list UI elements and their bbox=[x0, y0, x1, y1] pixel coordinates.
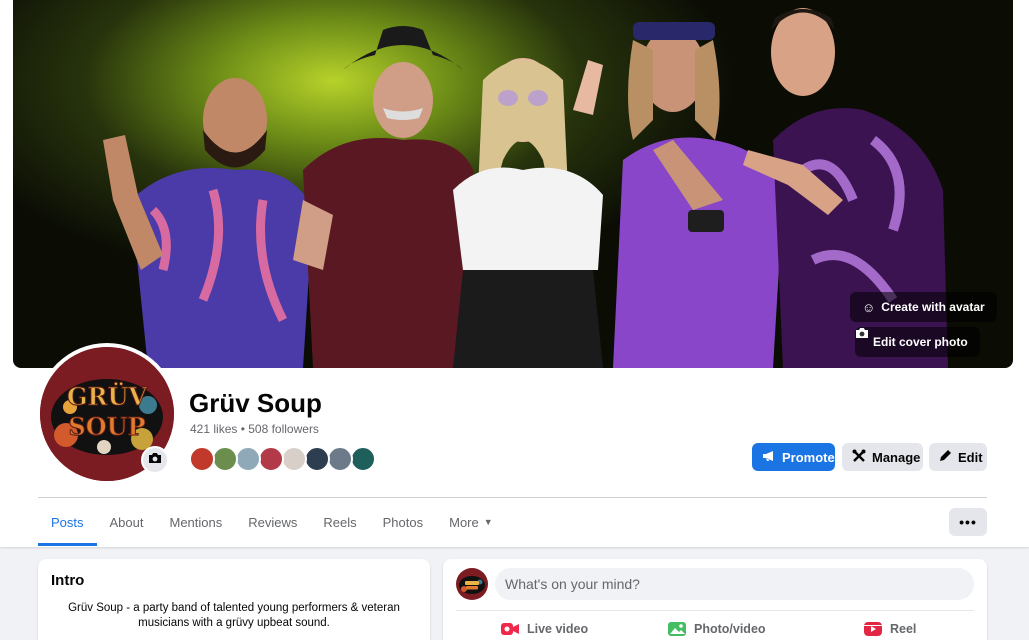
follower-avatar[interactable] bbox=[235, 446, 261, 472]
more-options-button[interactable]: ••• bbox=[949, 508, 987, 536]
tab-label: Mentions bbox=[169, 514, 223, 530]
follower-avatar[interactable] bbox=[281, 446, 307, 472]
promote-button[interactable]: Promote bbox=[752, 443, 835, 471]
megaphone-icon bbox=[762, 450, 776, 465]
tab-label: About bbox=[109, 514, 144, 530]
reel-button[interactable]: Reel bbox=[863, 621, 916, 637]
manage-label: Manage bbox=[872, 449, 921, 465]
follower-avatar[interactable] bbox=[304, 446, 330, 472]
page-stats[interactable]: 421 likes • 508 followers bbox=[190, 422, 319, 436]
whats-on-your-mind-input[interactable]: What's on your mind? bbox=[495, 568, 974, 600]
tab-reviews[interactable]: Reviews bbox=[235, 498, 310, 546]
caret-down-icon: ▼ bbox=[483, 517, 493, 527]
profile-header: ☺ Create with avatar Edit cover photo GR… bbox=[0, 0, 1029, 547]
promote-label: Promote bbox=[782, 449, 835, 465]
photo-icon bbox=[667, 621, 687, 637]
manage-button[interactable]: Manage bbox=[842, 443, 923, 471]
create-with-avatar-label: Create with avatar bbox=[881, 300, 985, 314]
follower-avatar[interactable] bbox=[212, 446, 238, 472]
tab-reels[interactable]: Reels bbox=[310, 498, 369, 546]
intro-title: Intro bbox=[51, 572, 85, 589]
live-video-label: Live video bbox=[527, 622, 589, 636]
edit-cover-photo-button[interactable]: Edit cover photo bbox=[855, 327, 980, 357]
tab-label: Posts bbox=[51, 514, 84, 530]
tab-about[interactable]: About bbox=[97, 498, 157, 546]
tab-label: More bbox=[449, 514, 479, 530]
edit-cover-photo-label: Edit cover photo bbox=[873, 335, 968, 349]
intro-card: Intro Grüv Soup - a party band of talent… bbox=[38, 559, 430, 640]
camera-icon bbox=[148, 451, 162, 469]
tab-label: Photos bbox=[382, 514, 424, 530]
page-tabs: Posts About Mentions Reviews Reels Photo… bbox=[38, 498, 506, 546]
logo-text-bottom: SOUP bbox=[68, 412, 145, 441]
live-video-icon bbox=[500, 621, 520, 637]
follower-avatar[interactable] bbox=[258, 446, 284, 472]
intro-bio: Grüv Soup - a party band of talented you… bbox=[68, 602, 400, 629]
tab-more[interactable]: More ▼ bbox=[436, 498, 506, 546]
create-with-avatar-button[interactable]: ☺ Create with avatar bbox=[850, 292, 997, 322]
logo-text-top: GRÜV bbox=[67, 382, 147, 411]
update-profile-picture-button[interactable] bbox=[141, 446, 169, 474]
reel-icon bbox=[863, 621, 883, 637]
tab-photos[interactable]: Photos bbox=[370, 498, 436, 546]
tab-label: Reviews bbox=[248, 514, 298, 530]
avatar[interactable] bbox=[456, 568, 488, 600]
pencil-icon bbox=[939, 449, 952, 465]
photo-video-label: Photo/video bbox=[694, 622, 766, 636]
manage-icon bbox=[852, 449, 866, 466]
follower-avatar[interactable] bbox=[350, 446, 376, 472]
tab-mentions[interactable]: Mentions bbox=[157, 498, 236, 546]
live-video-button[interactable]: Live video bbox=[500, 621, 588, 637]
reel-label: Reel bbox=[890, 622, 917, 636]
composer-divider bbox=[456, 610, 974, 611]
edit-button[interactable]: Edit bbox=[929, 443, 987, 471]
follower-avatar[interactable] bbox=[189, 446, 215, 472]
edit-label: Edit bbox=[958, 449, 983, 465]
tab-label: Reels bbox=[323, 514, 357, 530]
follower-avatar[interactable] bbox=[327, 446, 353, 472]
photo-video-button[interactable]: Photo/video bbox=[667, 621, 766, 637]
page-title: Grüv Soup bbox=[189, 388, 322, 418]
follower-avatars[interactable] bbox=[189, 446, 376, 472]
avatar-icon: ☺ bbox=[862, 299, 876, 315]
cover-photo[interactable]: ☺ Create with avatar Edit cover photo bbox=[13, 0, 1013, 368]
post-composer: What's on your mind? Live video Photo/vi… bbox=[443, 559, 987, 640]
tab-posts[interactable]: Posts bbox=[38, 498, 97, 546]
